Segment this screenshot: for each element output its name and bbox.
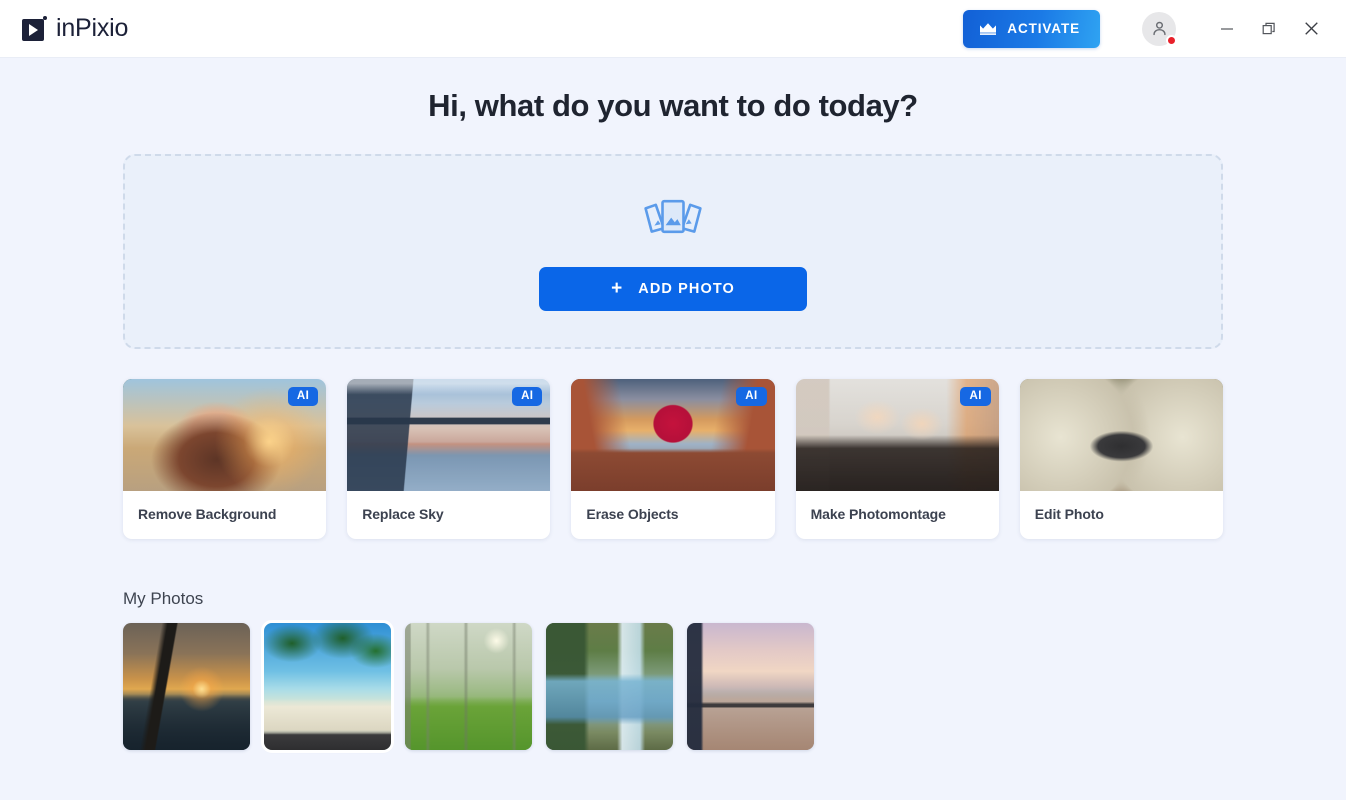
close-button[interactable] — [1290, 9, 1332, 49]
titlebar-actions: ACTIVATE — [963, 9, 1332, 49]
app-brand-name: inPixio — [56, 14, 129, 42]
card-thumbnail: AI — [347, 379, 551, 491]
feature-card-edit-photo[interactable]: Edit Photo — [1019, 379, 1223, 539]
thumbnail-image — [264, 623, 391, 750]
card-thumbnail — [1019, 379, 1223, 491]
card-label: Make Photomontage — [810, 506, 946, 522]
photo-thumbnail-sailboat-sunset[interactable] — [123, 623, 250, 750]
feature-card-make-photomontage[interactable]: AI Make Photomontage — [795, 379, 999, 539]
thumbnail-image — [687, 623, 814, 750]
plus-icon: + — [611, 278, 624, 299]
main-content: Hi, what do you want to do today? + ADD … — [0, 58, 1346, 800]
ai-badge: AI — [287, 387, 319, 406]
feature-card-replace-sky[interactable]: AI Replace Sky — [347, 379, 551, 539]
activate-button-label: ACTIVATE — [1007, 21, 1080, 36]
user-icon — [1152, 21, 1166, 36]
page-title: Hi, what do you want to do today? — [428, 88, 918, 123]
feature-cards: AI Remove Background AI Replace Sky AI E… — [123, 379, 1223, 539]
card-thumbnail: AI — [571, 379, 775, 491]
crown-icon — [980, 22, 997, 35]
photo-thumbnail-kids-misty-field[interactable] — [405, 623, 532, 750]
thumbnail-image — [405, 623, 532, 750]
add-photo-button-label: ADD PHOTO — [638, 280, 735, 297]
photo-thumbnail-boy-waterfall[interactable] — [546, 623, 673, 750]
card-thumbnail: AI — [795, 379, 999, 491]
photo-thumbnail-bicycle-beach[interactable] — [687, 623, 814, 750]
activate-button[interactable]: ACTIVATE — [963, 9, 1100, 48]
minimize-button[interactable] — [1206, 9, 1248, 49]
restore-button[interactable] — [1248, 9, 1290, 49]
card-image — [1019, 379, 1223, 491]
my-photos-list — [123, 620, 1223, 753]
feature-card-erase-objects[interactable]: AI Erase Objects — [571, 379, 775, 539]
ai-badge: AI — [736, 387, 767, 406]
add-photo-button[interactable]: + ADD PHOTO — [539, 266, 807, 311]
content-container: + ADD PHOTO AI Remove Background AI Repl… — [123, 154, 1223, 753]
thumbnail-image — [546, 623, 673, 750]
ai-badge: AI — [512, 387, 543, 406]
photo-stack-icon — [644, 199, 702, 233]
add-photo-dropzone[interactable]: + ADD PHOTO — [123, 154, 1223, 349]
window-controls — [1206, 9, 1332, 49]
my-photos-heading: My Photos — [123, 589, 204, 608]
restore-icon — [1262, 22, 1275, 34]
card-label: Replace Sky — [362, 506, 444, 522]
titlebar: inPixio ACTIVATE — [0, 0, 1346, 58]
card-thumbnail: AI — [123, 379, 327, 491]
photo-thumbnail-vw-bus-palms[interactable] — [261, 620, 394, 753]
inpixio-logo-icon — [22, 16, 47, 41]
account-avatar-button[interactable] — [1142, 11, 1177, 46]
card-label: Erase Objects — [586, 506, 679, 522]
notification-dot-icon — [1166, 34, 1177, 46]
ai-badge: AI — [960, 387, 991, 406]
feature-card-remove-background[interactable]: AI Remove Background — [123, 379, 327, 539]
minimize-icon — [1221, 27, 1233, 30]
close-icon — [1304, 22, 1318, 35]
card-label: Remove Background — [138, 506, 277, 522]
card-label: Edit Photo — [1034, 506, 1104, 522]
thumbnail-image — [123, 623, 250, 750]
app-brand: inPixio — [22, 14, 128, 43]
